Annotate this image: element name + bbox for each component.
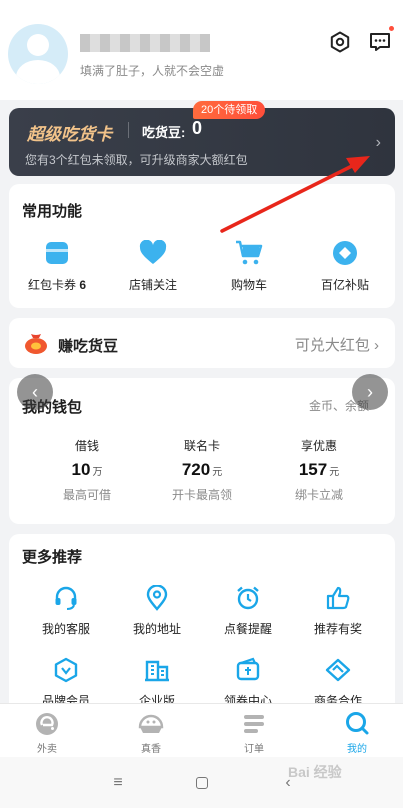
tab-orders[interactable]: 订单	[214, 711, 294, 755]
common-functions-title: 常用功能	[22, 203, 83, 220]
tab-takeout[interactable]: 外卖	[7, 711, 87, 755]
func-label: 红包卡券	[27, 278, 76, 292]
notification-dot	[388, 25, 395, 32]
coupon-icon	[46, 242, 68, 264]
chevron-left-icon: ‹	[32, 381, 38, 402]
func-label: 购物车	[230, 278, 267, 292]
wallet-col-sub: 开卡最高领	[171, 488, 232, 502]
func-label: 百亿补贴	[320, 278, 369, 292]
enterprise-icon	[145, 660, 169, 682]
system-nav-bar: ≡ ‹	[0, 757, 403, 808]
rec-coupon-center[interactable]: 领券中心	[200, 656, 296, 709]
carousel-prev-button[interactable]: ‹	[17, 374, 53, 410]
cart-icon	[236, 240, 263, 265]
rec-label: 我的地址	[132, 622, 181, 636]
func-coupons[interactable]: 红包卡券 6	[9, 238, 105, 293]
earn-beans-hint: 可兑大红包 ›	[294, 337, 379, 354]
earn-beans-row[interactable]: 赚吃货豆 可兑大红包 ›	[9, 318, 395, 368]
earn-beans-title: 赚吃货豆	[58, 338, 119, 355]
wallet-col-title: 享优惠	[300, 439, 337, 453]
heart-icon	[139, 240, 167, 264]
order-icon	[244, 715, 264, 733]
rec-enterprise[interactable]: 企业版	[109, 656, 205, 709]
messages-button[interactable]	[366, 25, 395, 56]
subsidy-icon	[333, 241, 357, 265]
tab-mine[interactable]: 我的	[317, 711, 397, 755]
wallet-col-sub: 最高可借	[62, 488, 111, 502]
chevron-right-icon: ›	[375, 134, 381, 151]
rec-referral[interactable]: 推荐有奖	[290, 584, 386, 637]
settings-button[interactable]	[326, 28, 354, 56]
wallet-col-unit: 元	[212, 467, 223, 478]
headset-icon	[55, 586, 77, 610]
pending-badge[interactable]: 20个待领取	[193, 101, 266, 119]
menu-nav-button[interactable]: ≡	[106, 771, 130, 795]
wallet-col-unit: 万	[92, 467, 103, 478]
carousel-next-button[interactable]: ›	[352, 374, 388, 410]
tab-label: 订单	[244, 744, 264, 755]
wallet-col-sub: 绑卡立减	[294, 488, 343, 502]
wallet-discount[interactable]: 享优惠 157 元 绑卡立减	[271, 437, 367, 503]
chevron-right-icon: ›	[367, 381, 373, 402]
money-bag-icon	[25, 334, 47, 354]
square-icon	[196, 777, 208, 789]
rec-order-reminder[interactable]: 点餐提醒	[200, 584, 296, 637]
alarm-icon	[237, 586, 259, 610]
thumbs-up-icon	[326, 586, 350, 610]
bowl-icon	[138, 714, 164, 733]
func-subsidy[interactable]: 百亿补贴	[297, 238, 393, 293]
handshake-icon	[325, 658, 351, 682]
coupon-count: 6	[79, 278, 87, 292]
wallet-loan[interactable]: 借钱 10 万 最高可借	[39, 437, 135, 503]
more-recommendations-card: 更多推荐 我的客服 我的地址 点餐提醒 推荐有奖 品牌会员 企业版 领券中心 商…	[9, 534, 395, 714]
wallet-cobrand-card[interactable]: 联名卡 720 元 开卡最高领	[154, 437, 250, 503]
watermark: Bai 经验	[288, 764, 342, 780]
profile-header: 填满了肚子，人就不会空虚	[0, 0, 403, 100]
bottom-tab-bar: 外卖 真香 订单 我的	[0, 703, 403, 757]
rec-label: 推荐有奖	[313, 622, 362, 636]
home-nav-button[interactable]	[190, 771, 214, 795]
divider	[128, 122, 129, 138]
user-icon	[346, 712, 369, 735]
more-recommendations-title: 更多推荐	[22, 549, 83, 566]
rec-brand-member[interactable]: 品牌会员	[18, 656, 114, 709]
wallet-col-value: 10	[71, 460, 91, 479]
tab-label: 我的	[347, 744, 367, 755]
rec-business-cooperation[interactable]: 商务合作	[290, 656, 386, 709]
brand-member-icon	[54, 657, 78, 683]
wallet-card: 我的钱包 金币、余额 借钱 10 万 最高可借 联名卡 720 元 开卡最高领 享优…	[9, 378, 395, 524]
func-label: 店铺关注	[128, 278, 177, 292]
wallet-col-title: 联名卡	[183, 439, 220, 453]
profile-slogan: 填满了肚子，人就不会空虚	[80, 64, 225, 78]
bean-label: 吃货豆:	[142, 125, 186, 140]
rec-label: 我的客服	[41, 622, 90, 636]
rec-label: 点餐提醒	[223, 622, 272, 636]
common-functions-card: 常用功能 红包卡券 6 店铺关注 购物车 百亿补贴	[9, 184, 395, 308]
bean-value: 0	[192, 118, 203, 138]
location-icon	[146, 585, 168, 611]
wallet-col-value: 720	[181, 460, 211, 479]
tab-zhenxiang[interactable]: 真香	[111, 711, 191, 755]
avatar[interactable]	[8, 24, 68, 84]
tab-label: 外卖	[37, 744, 57, 755]
rec-address[interactable]: 我的地址	[109, 584, 205, 637]
foodie-card-subtitle: 您有3个红包未领取，可升级商家大额红包	[25, 153, 248, 167]
username-blurred	[80, 34, 210, 52]
hexagon-settings-icon	[330, 31, 350, 53]
eleme-icon	[36, 713, 58, 735]
menu-icon: ≡	[113, 774, 123, 791]
tab-label: 真香	[141, 744, 161, 755]
wallet-col-value: 157	[298, 460, 328, 479]
func-cart[interactable]: 购物车	[201, 238, 297, 293]
func-followed-stores[interactable]: 店铺关注	[105, 238, 201, 293]
wallet-col-unit: 元	[329, 467, 340, 478]
foodie-card-title: 超级吃货卡	[27, 125, 112, 144]
coupon-center-icon	[236, 657, 260, 681]
wallet-col-title: 借钱	[74, 439, 99, 453]
message-icon	[370, 33, 390, 51]
rec-customer-service[interactable]: 我的客服	[18, 584, 114, 637]
